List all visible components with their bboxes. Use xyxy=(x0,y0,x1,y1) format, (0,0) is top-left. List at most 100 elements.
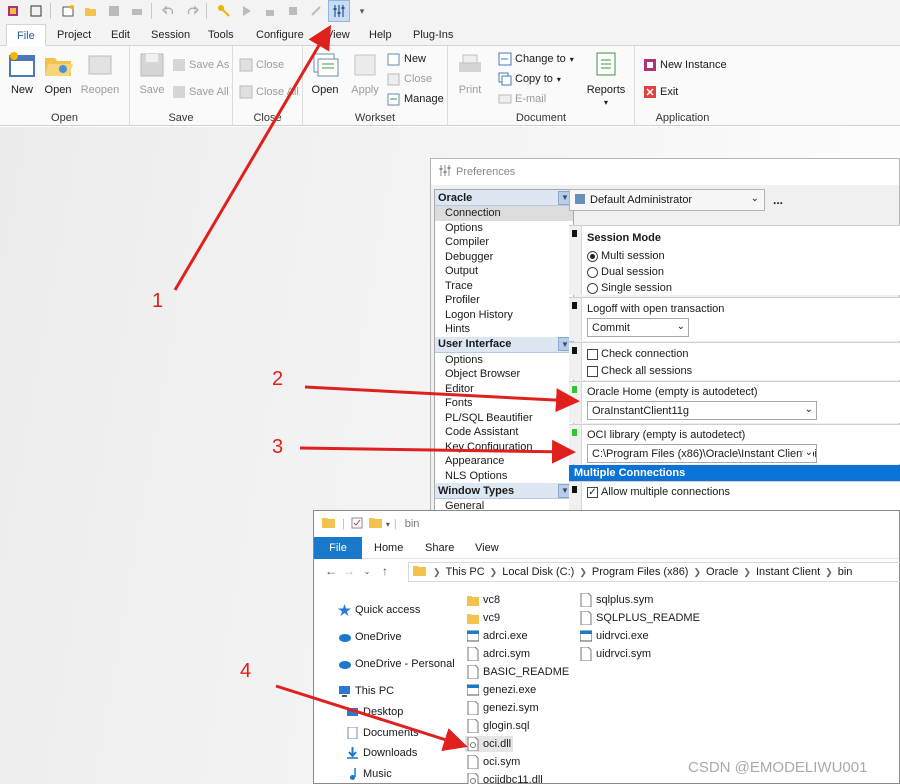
radio-multi-session[interactable]: Multi session xyxy=(587,250,665,262)
allow-multiple-connections-checkbox[interactable]: ✓ Allow multiple connections xyxy=(587,486,730,498)
explorer-tab-view[interactable]: View xyxy=(475,537,499,559)
print-button[interactable]: Print xyxy=(450,50,490,96)
open-icon[interactable] xyxy=(81,1,101,21)
new-instance-button[interactable]: New Instance xyxy=(643,56,727,74)
new-button[interactable]: New xyxy=(2,50,42,96)
tab-view[interactable]: View xyxy=(326,24,350,46)
tree-item-ui-options[interactable]: Options xyxy=(435,353,573,368)
up-icon[interactable]: ↑ xyxy=(376,564,394,578)
exit-button[interactable]: Exit xyxy=(643,83,678,101)
list-item-adrci-exe[interactable]: adrci.exe xyxy=(466,628,528,644)
open-button[interactable]: Open xyxy=(38,50,78,96)
save-all-button[interactable]: Save All xyxy=(172,83,229,101)
workset-close-button[interactable]: Close xyxy=(387,70,432,88)
radio-single-session[interactable]: Single session xyxy=(587,282,672,294)
breadcrumb-local-disk[interactable]: Local Disk (C:) xyxy=(502,566,574,578)
logoff-select[interactable]: Commit ⌄ xyxy=(587,318,689,337)
tree-item-editor[interactable]: Editor xyxy=(435,382,573,397)
workset-open-button[interactable]: Open xyxy=(305,50,345,96)
email-button[interactable]: E-mail xyxy=(498,90,546,108)
reopen-button[interactable]: Reopen xyxy=(80,50,120,96)
tree-item-nls-options[interactable]: NLS Options xyxy=(435,469,573,484)
explorer-tab-file[interactable]: File xyxy=(314,537,362,559)
tab-configure[interactable]: Configure xyxy=(256,24,304,46)
list-item-uidrvci-exe[interactable]: uidrvci.exe xyxy=(579,628,649,644)
close-all-button[interactable]: Close All xyxy=(239,83,299,101)
check-all-sessions-checkbox[interactable]: Check all sessions xyxy=(587,365,692,377)
list-item-vc8[interactable]: vc8 xyxy=(467,592,500,608)
tree-item-object-browser[interactable]: Object Browser xyxy=(435,367,573,382)
window-icon[interactable] xyxy=(26,1,46,21)
stop-icon[interactable] xyxy=(283,1,303,21)
customize-dropdown-icon[interactable]: ▾ xyxy=(386,520,390,529)
tab-file[interactable]: File xyxy=(6,24,46,46)
undo-icon[interactable] xyxy=(159,1,179,21)
explorer-tab-home[interactable]: Home xyxy=(374,537,403,559)
tab-project[interactable]: Project xyxy=(57,24,91,46)
tree-item-options[interactable]: Options xyxy=(435,221,573,236)
save-icon[interactable] xyxy=(104,1,124,21)
properties-icon[interactable] xyxy=(351,517,363,532)
tree-item-logon-history[interactable]: Logon History xyxy=(435,308,573,323)
change-to-button[interactable]: Change to ▾ xyxy=(498,50,574,68)
save-button[interactable]: Save xyxy=(132,50,172,96)
sidebar-item-desktop[interactable]: Desktop xyxy=(346,706,403,718)
back-icon[interactable]: ← xyxy=(322,564,340,578)
list-item-ocijdbc11-dll[interactable]: ocijdbc11.dll xyxy=(467,772,543,784)
breadcrumb-program-files[interactable]: Program Files (x86) xyxy=(592,566,689,578)
address-bar[interactable]: ❯ This PC ❯ Local Disk (C:) ❯ Program File… xyxy=(408,562,900,582)
customize-dropdown-icon[interactable]: ▾ xyxy=(352,1,372,21)
tree-item-hints[interactable]: Hints xyxy=(435,322,573,337)
forward-icon[interactable]: → xyxy=(340,564,358,578)
app-icon[interactable] xyxy=(3,1,23,21)
sidebar-item-music[interactable]: Music xyxy=(346,768,392,780)
copy-to-button[interactable]: Copy to ▾ xyxy=(498,70,561,88)
recent-dropdown-icon[interactable]: ⌄ xyxy=(358,567,376,576)
list-item-sqlplus-sym[interactable]: sqlplus.sym xyxy=(580,592,653,608)
tab-edit[interactable]: Edit xyxy=(111,24,130,46)
tree-item-code-assistant[interactable]: Code Assistant xyxy=(435,425,573,440)
explorer-tab-share[interactable]: Share xyxy=(425,537,454,559)
breadcrumb-bin[interactable]: bin xyxy=(838,566,853,578)
list-item-sqlplus-readme[interactable]: SQLPLUS_README xyxy=(580,610,700,626)
tree-item-key-configuration[interactable]: Key Configuration xyxy=(435,440,573,455)
tree-item-output[interactable]: Output xyxy=(435,264,573,279)
list-item-glogin-sql[interactable]: glogin.sql xyxy=(467,718,529,734)
list-item-genezi-exe[interactable]: genezi.exe xyxy=(466,682,536,698)
list-item-uidrvci-sym[interactable]: uidrvci.sym xyxy=(580,646,651,662)
tab-plug-ins[interactable]: Plug-Ins xyxy=(413,24,453,46)
run-icon[interactable] xyxy=(237,1,257,21)
pin-icon[interactable] xyxy=(306,1,326,21)
workset-manage-button[interactable]: Manage xyxy=(387,90,444,108)
tree-item-plsql-beautifier[interactable]: PL/SQL Beautifier xyxy=(435,411,573,426)
tab-session[interactable]: Session xyxy=(151,24,190,46)
tree-header-user-interface[interactable]: User Interface ▼ xyxy=(435,336,573,353)
tree-item-appearance[interactable]: Appearance xyxy=(435,454,573,469)
breadcrumb-this-pc[interactable]: This PC xyxy=(446,566,485,578)
tree-header-oracle[interactable]: Oracle ▼ xyxy=(435,190,573,206)
lock-icon[interactable] xyxy=(260,1,280,21)
list-item-vc9[interactable]: vc9 xyxy=(467,610,500,626)
profile-select[interactable]: Default Administrator ⌄ xyxy=(569,189,765,211)
print-icon[interactable] xyxy=(127,1,147,21)
tree-item-trace[interactable]: Trace xyxy=(435,279,573,294)
tree-item-profiler[interactable]: Profiler xyxy=(435,293,573,308)
oracle-home-select[interactable]: OraInstantClient11g ⌄ xyxy=(587,401,817,420)
preferences-icon[interactable] xyxy=(328,0,350,22)
tree-item-fonts[interactable]: Fonts xyxy=(435,396,573,411)
new-folder-icon[interactable] xyxy=(368,517,383,532)
oci-library-select[interactable]: C:\Program Files (x86)\Oracle\Instant Cl… xyxy=(587,444,817,463)
list-item-genezi-sym[interactable]: genezi.sym xyxy=(467,700,539,716)
tree-item-connection[interactable]: Connection xyxy=(435,206,573,221)
workset-apply-button[interactable]: Apply xyxy=(345,50,385,96)
sidebar-item-downloads[interactable]: Downloads xyxy=(346,747,417,759)
redo-icon[interactable] xyxy=(182,1,202,21)
close-button[interactable]: Close xyxy=(239,56,284,74)
tree-item-debugger[interactable]: Debugger xyxy=(435,250,573,265)
tree-item-compiler[interactable]: Compiler xyxy=(435,235,573,250)
list-item-oci-sym[interactable]: oci.sym xyxy=(467,754,520,770)
sidebar-item-quick-access[interactable]: Quick access xyxy=(338,604,420,616)
profile-more-button[interactable]: ... xyxy=(773,193,783,207)
new-icon[interactable] xyxy=(58,1,78,21)
sidebar-item-this-pc[interactable]: This PC xyxy=(338,685,394,697)
